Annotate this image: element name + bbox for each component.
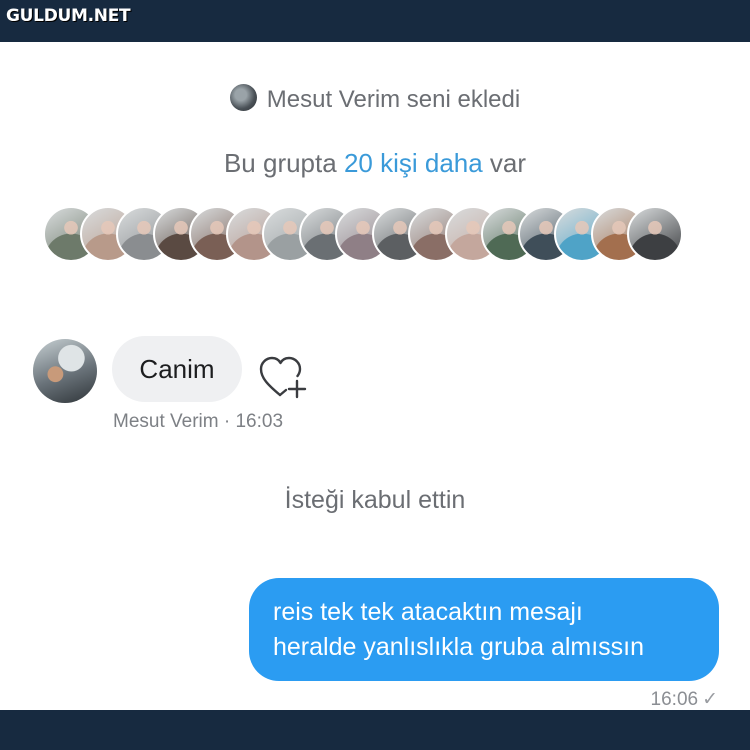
member-count-link[interactable]: 20 kişi daha [344,148,483,178]
request-accepted-notice: İsteği kabul ettin [284,486,466,514]
incoming-message-text: Canim [139,353,215,384]
outgoing-timestamp: 16:06 [650,689,699,710]
top-bar: GULDUM.NET [0,0,750,42]
member-count-notice: Bu grupta 20 kişi daha var [0,148,750,179]
member-avatar[interactable] [627,206,683,262]
outgoing-message-meta: 16:06 ✓ [651,688,718,711]
added-notice: Mesut Verim seni ekledi [0,84,750,114]
incoming-message-bubble[interactable]: Canim [112,336,242,402]
site-watermark: GULDUM.NET [6,6,131,26]
incoming-message-meta: Mesut Verim · 16:03 [113,411,283,433]
added-notice-text: Mesut Verim seni ekledi [266,86,521,113]
member-count-prefix: Bu grupta [223,148,344,178]
outgoing-message-line: reis tek tek atacaktın mesajı [273,598,583,626]
outgoing-message-bubble[interactable]: reis tek tek atacaktın mesajı heralde ya… [249,578,719,681]
outgoing-message-line: heralde yanlıslıkla gruba almıssın [273,633,645,661]
member-avatar-strip[interactable] [43,206,703,264]
heart-add-reaction-icon[interactable] [258,354,308,400]
adder-avatar[interactable] [229,84,257,111]
member-count-suffix: var [482,148,527,178]
sender-avatar[interactable] [33,339,97,403]
bottom-bar [0,710,750,750]
seen-check-icon: ✓ [702,689,718,710]
incoming-timestamp: · 16:03 [223,411,284,432]
incoming-sender-name: Mesut Verim [113,411,219,432]
